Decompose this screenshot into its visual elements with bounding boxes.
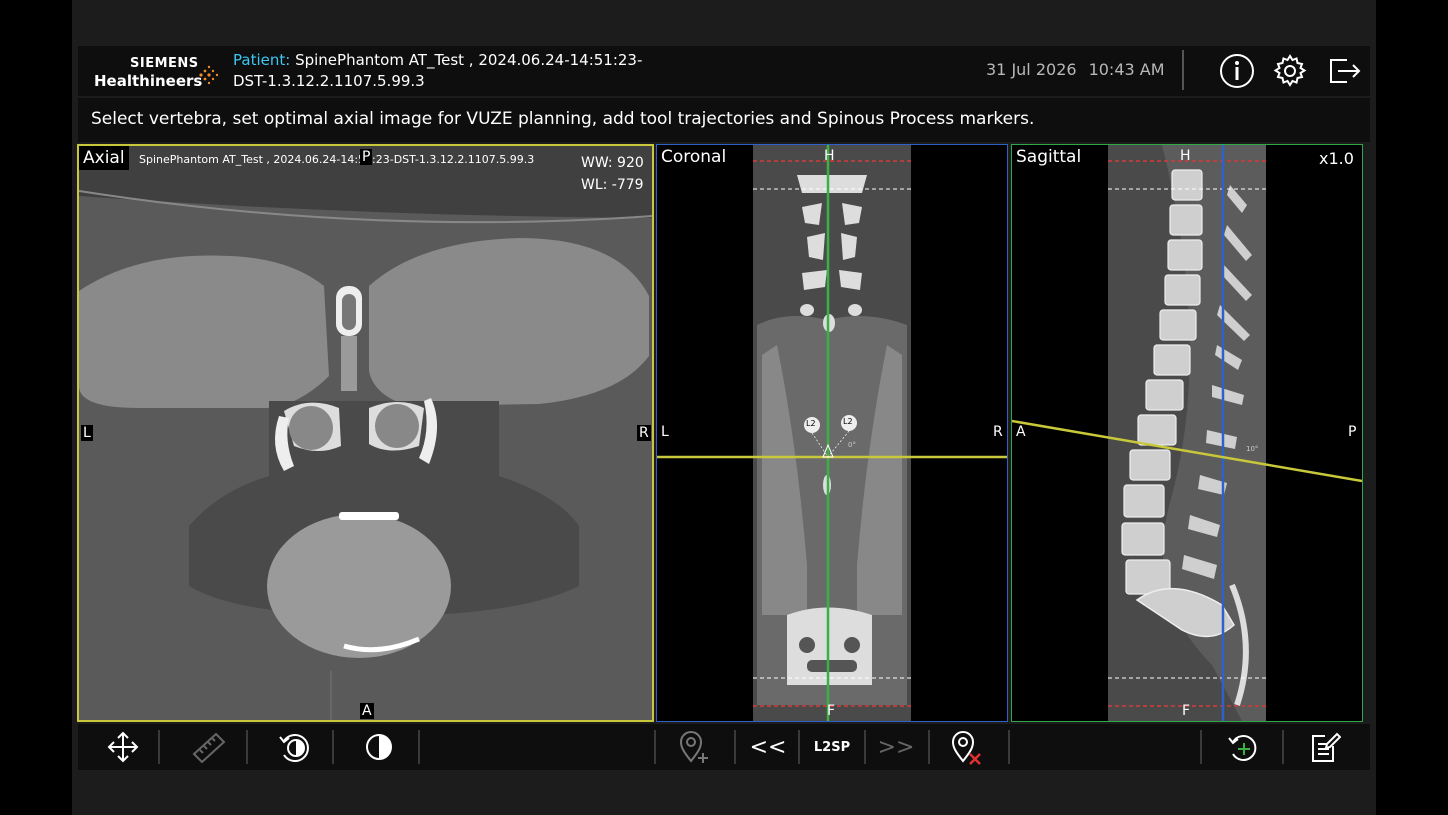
sagittal-orient-bottom: F — [1182, 703, 1191, 719]
report-button[interactable] — [1290, 724, 1360, 770]
coronal-marker-l2-right[interactable]: L2 — [843, 417, 853, 426]
l2sp-label: L2SP — [813, 739, 851, 755]
sagittal-angle-label: 10° — [1246, 445, 1259, 453]
instruction-text: Select vertebra, set optimal axial image… — [91, 109, 1035, 129]
logo-text-bottom: Healthineers — [94, 72, 203, 90]
ruler-icon — [192, 732, 226, 764]
app-window: SIEMENS Healthineers Patient: SpinePhant… — [72, 0, 1376, 815]
patient-info: Patient: SpinePhantom AT_Test , 2024.06.… — [233, 50, 673, 92]
axial-orient-right: R — [637, 425, 651, 441]
top-bar — [72, 0, 1376, 42]
previous-button[interactable]: << — [740, 724, 796, 770]
remove-marker-button[interactable] — [934, 724, 998, 770]
axial-orient-top: P — [360, 149, 373, 165]
reset-rotation-icon — [1228, 735, 1257, 761]
settings-button[interactable] — [1271, 52, 1309, 90]
logo-text-top: SIEMENS — [130, 56, 199, 71]
info-button[interactable] — [1218, 52, 1256, 90]
ruler-button[interactable] — [174, 724, 244, 770]
l2sp-button[interactable]: L2SP — [802, 724, 862, 770]
date-time: 31 Jul 2026 10:43 AM — [986, 60, 1165, 79]
move-button[interactable] — [94, 724, 152, 770]
axial-ww: WW: 920 — [581, 155, 644, 171]
logo-dots-icon — [199, 65, 219, 85]
axial-orient-left: L — [81, 425, 93, 441]
reset-rotation-button[interactable] — [1208, 724, 1278, 770]
coronal-orient-bottom: F — [827, 703, 836, 719]
header-bar: SIEMENS Healthineers Patient: SpinePhant… — [78, 46, 1370, 96]
move-icon — [107, 731, 139, 763]
sagittal-title: Sagittal — [1012, 145, 1086, 169]
gear-icon — [1273, 54, 1307, 87]
patient-label: Patient: — [233, 51, 291, 69]
next-label: >> — [877, 734, 915, 760]
instruction-bar: Select vertebra, set optimal axial image… — [78, 98, 1370, 142]
remove-marker-icon — [951, 731, 981, 765]
axial-title: Axial — [79, 146, 129, 170]
info-icon — [1220, 54, 1254, 88]
axial-study-label: SpinePhantom AT_Test , 2024.06.24-14:51:… — [139, 153, 535, 166]
coronal-title: Coronal — [657, 145, 731, 169]
sagittal-image — [1012, 145, 1362, 721]
coronal-angle-label: 0° — [848, 441, 856, 449]
header-divider — [1182, 50, 1184, 90]
axial-viewport[interactable]: Axial SpinePhantom AT_Test , 2024.06.24-… — [77, 144, 654, 722]
sagittal-orient-top: H — [1180, 148, 1191, 164]
bottom-bar — [72, 773, 1376, 815]
logout-button[interactable] — [1325, 52, 1363, 90]
logout-icon — [1330, 59, 1361, 83]
next-button[interactable]: >> — [868, 724, 924, 770]
coronal-orient-top: H — [824, 148, 835, 164]
rotate-button[interactable] — [260, 724, 330, 770]
sagittal-zoom: x1.0 — [1319, 149, 1354, 168]
axial-image — [79, 146, 652, 720]
add-marker-button[interactable] — [662, 724, 726, 770]
coronal-image — [657, 145, 1007, 721]
previous-label: << — [749, 734, 787, 760]
siemens-healthineers-logo: SIEMENS Healthineers — [92, 56, 222, 90]
axial-orient-bottom: A — [360, 703, 374, 719]
report-icon — [1312, 732, 1341, 762]
coronal-orient-left: L — [661, 424, 669, 440]
axial-wl: WL: -779 — [581, 177, 644, 193]
date-text: 31 Jul 2026 — [986, 60, 1077, 79]
sagittal-viewport[interactable]: Sagittal x1.0 H F A P 10° — [1011, 144, 1363, 722]
patient-value: SpinePhantom AT_Test , 2024.06.24-14:51:… — [233, 51, 643, 90]
bottom-toolbar: << L2SP >> — [78, 724, 1370, 770]
contrast-button[interactable] — [344, 724, 414, 770]
rotate-icon — [279, 734, 309, 762]
coronal-marker-l2-left[interactable]: L2 — [806, 419, 816, 428]
sagittal-orient-right: P — [1348, 424, 1357, 440]
coronal-orient-right: R — [993, 424, 1003, 440]
coronal-viewport[interactable]: Coronal H F L R L2 L2 0° — [656, 144, 1008, 722]
add-marker-icon — [679, 731, 708, 763]
time-text: 10:43 AM — [1088, 60, 1165, 79]
contrast-icon — [366, 734, 392, 760]
sagittal-orient-left: A — [1016, 424, 1026, 440]
